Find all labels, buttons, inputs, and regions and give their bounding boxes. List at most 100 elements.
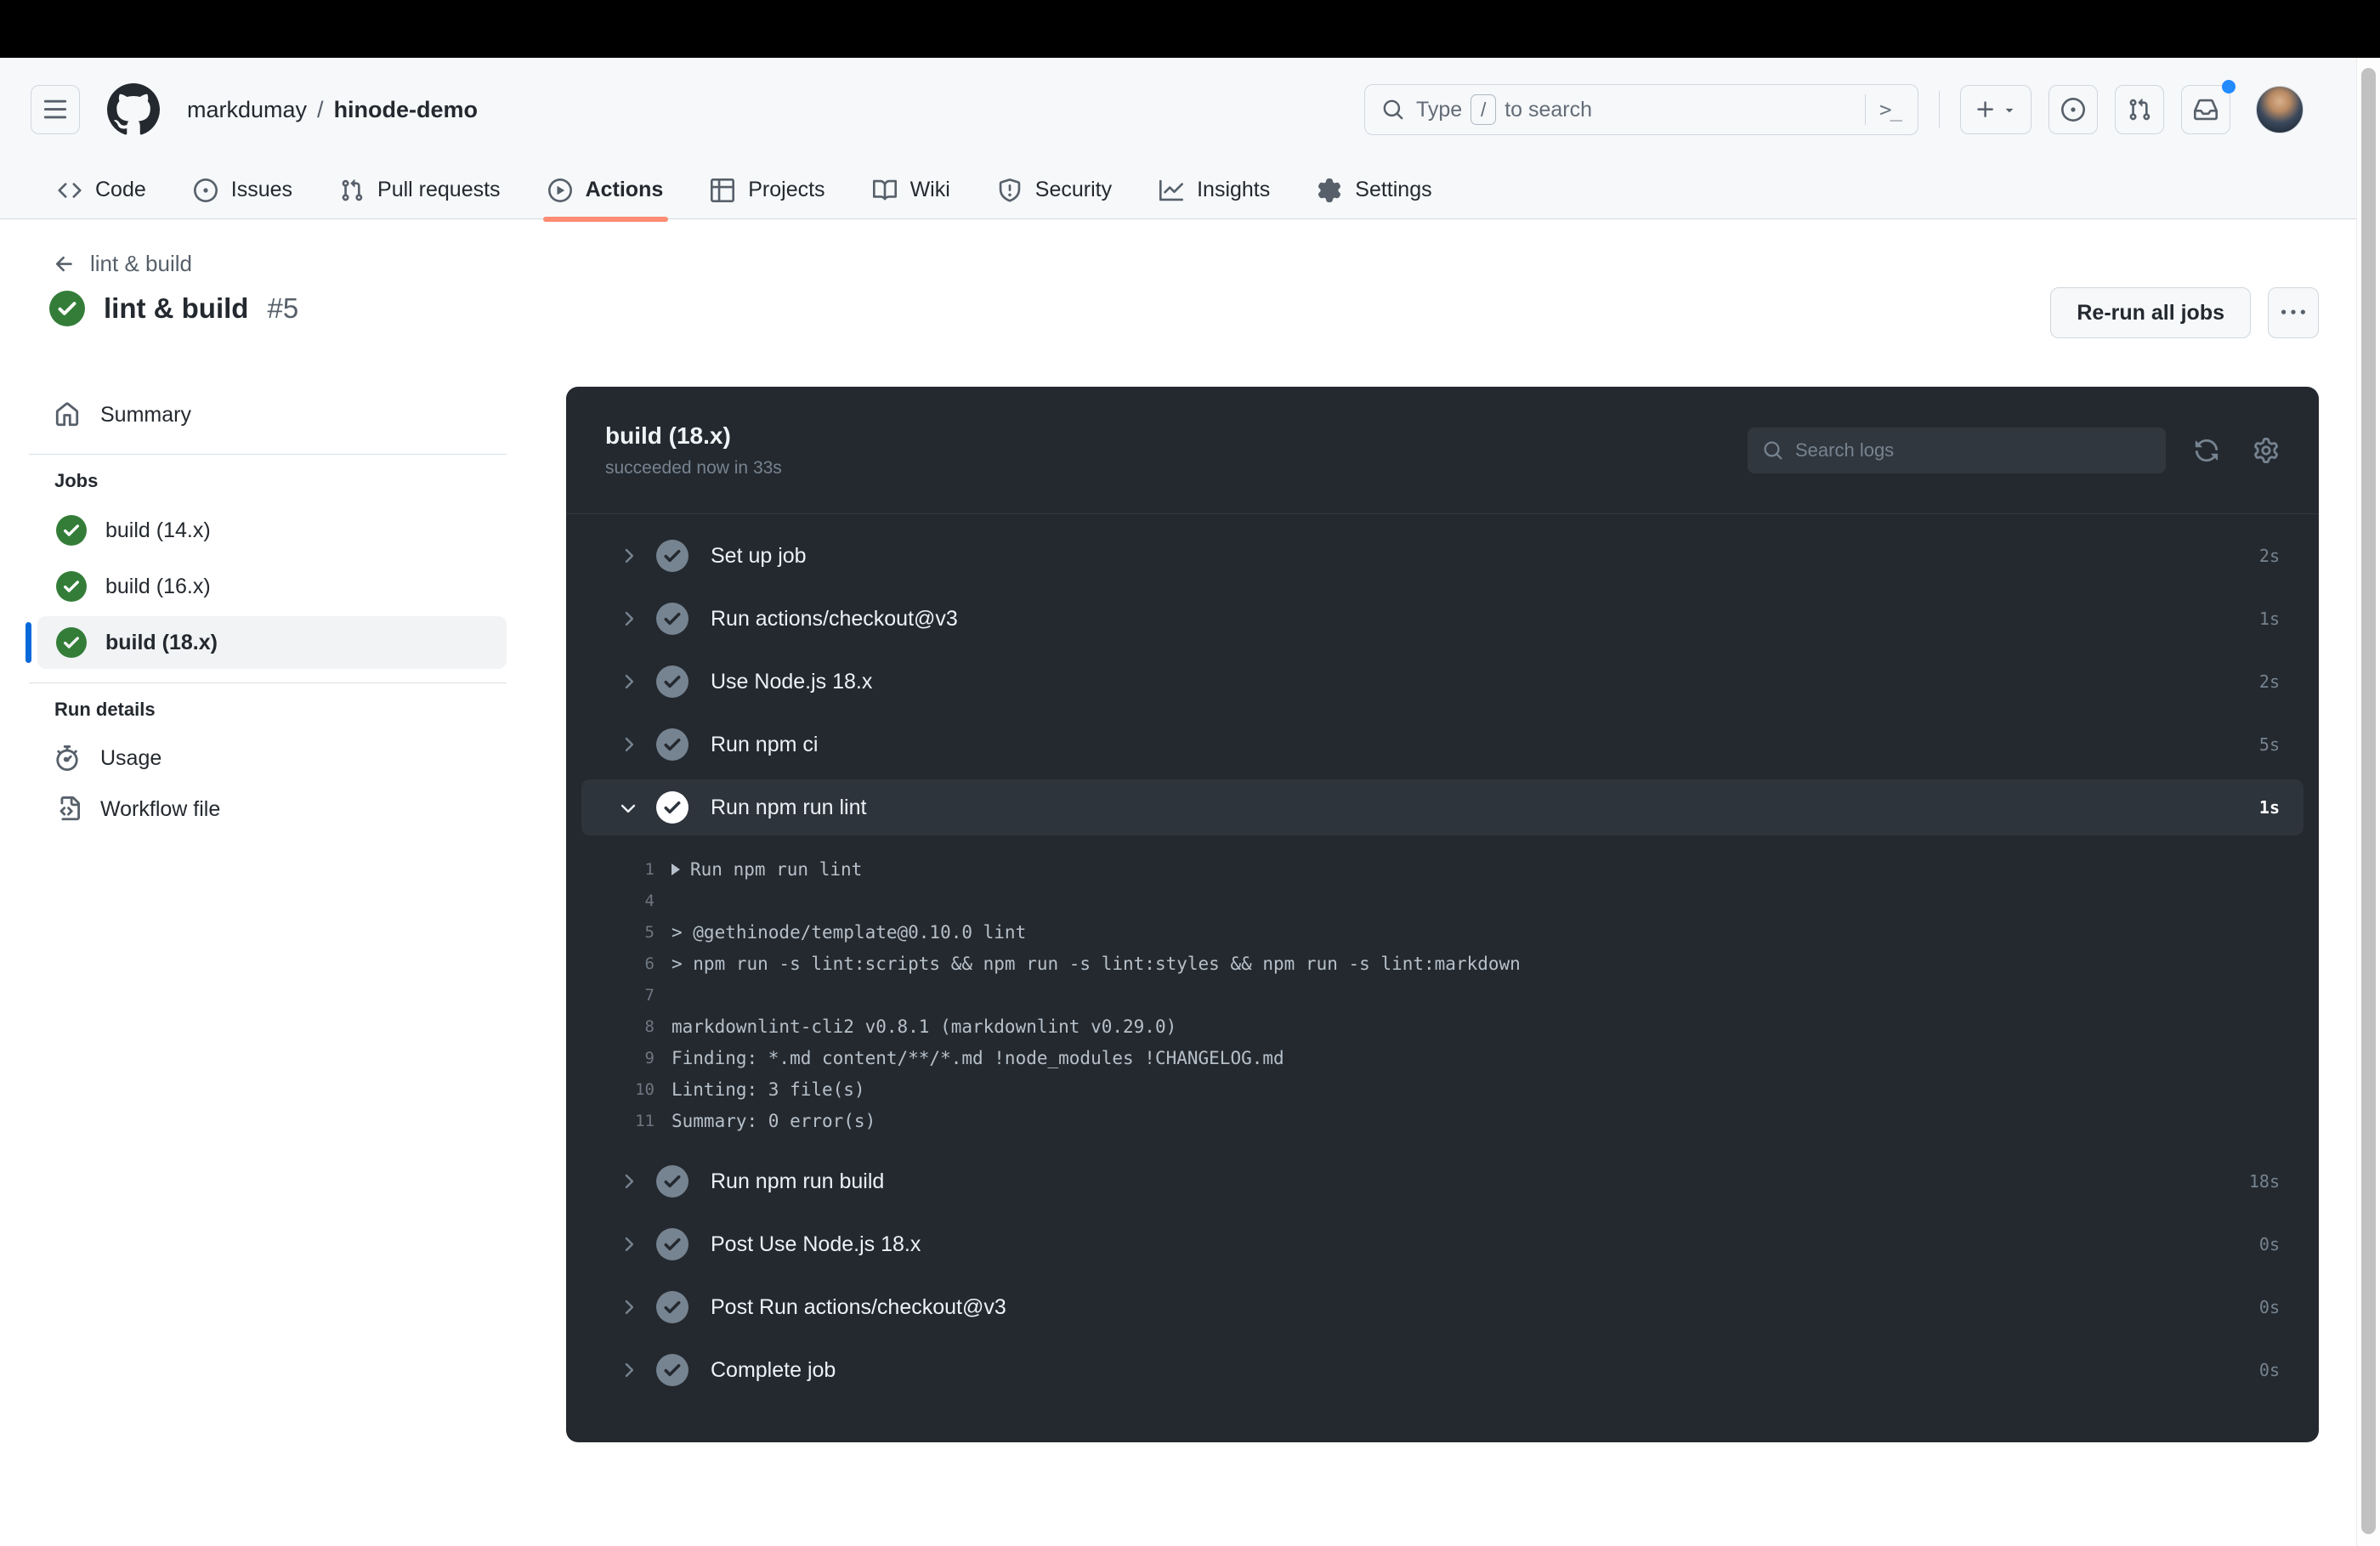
sidebar-item-label: Workflow file [100,796,221,821]
system-top-bar [0,0,2380,58]
step-complete-job[interactable]: Complete job 0s [566,1339,2319,1402]
page-scrollbar[interactable] [2361,68,2376,1534]
page-scrollbar-track [2356,58,2380,1546]
step-post-run-actions-checkout-v3[interactable]: Post Run actions/checkout@v3 0s [566,1276,2319,1339]
issues-dashboard-button[interactable] [2048,85,2098,134]
step-duration: 1s [2258,609,2280,629]
step-duration: 0s [2258,1234,2280,1254]
log-line-number: 8 [644,1017,654,1036]
step-run-npm-ci[interactable]: Run npm ci 5s [566,713,2319,776]
tab-label: Settings [1355,178,1432,201]
gear-icon [2253,437,2279,463]
log-line: 4 [566,885,2319,916]
page-title: lint & build [104,292,249,324]
sidebar-divider [29,454,507,455]
step-post-use-node-js-18-x[interactable]: Post Use Node.js 18.x 0s [566,1213,2319,1276]
check-circle-fill-icon [656,728,688,761]
log-group-marker-icon[interactable] [672,863,680,875]
issue-opened-icon [2061,98,2085,122]
sidebar-item-summary[interactable]: Summary [26,389,507,440]
step-log-output: 1 Run npm run lint 4 5 > @gethinode/template… [566,839,2319,1150]
sidebar-divider [29,682,507,683]
inbox-button[interactable] [2181,80,2236,134]
home-icon [54,402,80,428]
chevron-right-icon [617,1170,639,1192]
tab-wiki[interactable]: Wiki [849,161,974,219]
triangle-down-icon [2002,102,2017,117]
check-circle-fill-icon [656,603,688,635]
log-line-number: 11 [635,1111,654,1130]
step-label: Run npm ci [711,732,819,756]
book-icon [872,178,897,202]
tab-issues[interactable]: Issues [170,161,316,219]
job-label: build (14.x) [105,518,211,542]
log-line-text: > @gethinode/template@0.10.0 lint [672,921,1027,943]
log-line: 11 Summary: 0 error(s) [566,1105,2319,1136]
tab-label: Code [95,178,146,201]
check-circle-fill-icon [656,791,688,824]
command-palette-icon[interactable]: >_ [1879,98,1902,122]
tab-settings[interactable]: Settings [1294,161,1455,219]
back-link-label: lint & build [90,251,192,276]
sidebar-item-build-18-x[interactable]: build (18.x) [26,616,507,669]
step-label: Use Node.js 18.x [711,669,873,694]
global-search-input[interactable]: Type / to search >_ [1364,84,1918,135]
step-run-actions-checkout-v3[interactable]: Run actions/checkout@v3 1s [566,587,2319,650]
log-search-input[interactable] [1795,439,2150,462]
breadcrumb: markdumay / hinode-demo [187,97,478,123]
step-duration: 1s [2258,797,2280,818]
tab-projects[interactable]: Projects [687,161,848,219]
check-circle-fill-icon [656,1165,688,1198]
step-run-npm-run-lint[interactable]: Run npm run lint 1s [581,779,2304,835]
search-icon [1763,440,1783,461]
job-status-line: succeeded now in 33s [605,457,782,478]
tab-insights[interactable]: Insights [1136,161,1294,219]
step-set-up-job[interactable]: Set up job 2s [566,524,2319,587]
run-number: #5 [267,292,299,324]
sidebar-item-workflow-file[interactable]: Workflow file [26,784,507,835]
step-use-node-js-18-x[interactable]: Use Node.js 18.x 2s [566,650,2319,713]
log-line-text: > npm run -s lint:scripts && npm run -s … [672,953,1521,974]
log-line-text: Finding: *.md content/**/*.md !node_modu… [672,1047,1284,1068]
step-duration: 5s [2258,734,2280,755]
avatar[interactable] [2256,86,2304,133]
job-label: build (16.x) [105,574,211,598]
log-line-text: Summary: 0 error(s) [672,1110,876,1131]
create-new-button[interactable] [1960,85,2032,134]
git-pull-request-icon [340,178,364,202]
log-settings-button[interactable] [2247,432,2285,469]
sidebar-item-build-14-x[interactable]: build (14.x) [37,504,507,557]
kebab-menu-button[interactable] [2268,287,2319,338]
rerun-all-jobs-button[interactable]: Re-run all jobs [2050,287,2251,338]
chevron-right-icon [617,671,639,693]
log-line: 6 > npm run -s lint:scripts && npm run -s… [566,948,2319,979]
breadcrumb-owner[interactable]: markdumay [187,97,307,123]
refresh-logs-button[interactable] [2188,432,2225,469]
sidebar-item-build-16-x[interactable]: build (16.x) [37,560,507,613]
chevron-right-icon [617,1296,639,1318]
tab-label: Security [1034,178,1113,201]
step-run-npm-run-build[interactable]: Run npm run build 18s [566,1150,2319,1213]
app-header: markdumay / hinode-demo Type / to search… [0,58,2380,161]
breadcrumb-repo[interactable]: hinode-demo [334,97,479,123]
play-icon [547,178,572,202]
check-circle-fill-icon [56,627,87,658]
tab-code[interactable]: Code [34,161,170,219]
log-line[interactable]: 1 Run npm run lint [566,853,2319,885]
tab-pull-requests[interactable]: Pull requests [316,161,524,219]
log-line: 8 markdownlint-cli2 v0.8.1 (markdownlint … [566,1011,2319,1042]
step-duration: 0s [2258,1297,2280,1317]
log-line-number: 9 [644,1048,654,1067]
tab-security[interactable]: Security [974,161,1136,219]
hamburger-menu-button[interactable] [31,85,80,134]
inbox-icon [2194,98,2218,122]
sidebar-item-usage[interactable]: Usage [26,733,507,784]
back-link[interactable]: lint & build [53,251,192,277]
shield-icon [998,178,1022,202]
pull-requests-dashboard-button[interactable] [2115,85,2164,134]
slash-key-hint: / [1470,94,1497,125]
github-logo-icon[interactable] [107,83,160,136]
search-icon [1382,99,1404,121]
tab-actions[interactable]: Actions [524,161,688,222]
gear-icon [1318,178,1341,202]
